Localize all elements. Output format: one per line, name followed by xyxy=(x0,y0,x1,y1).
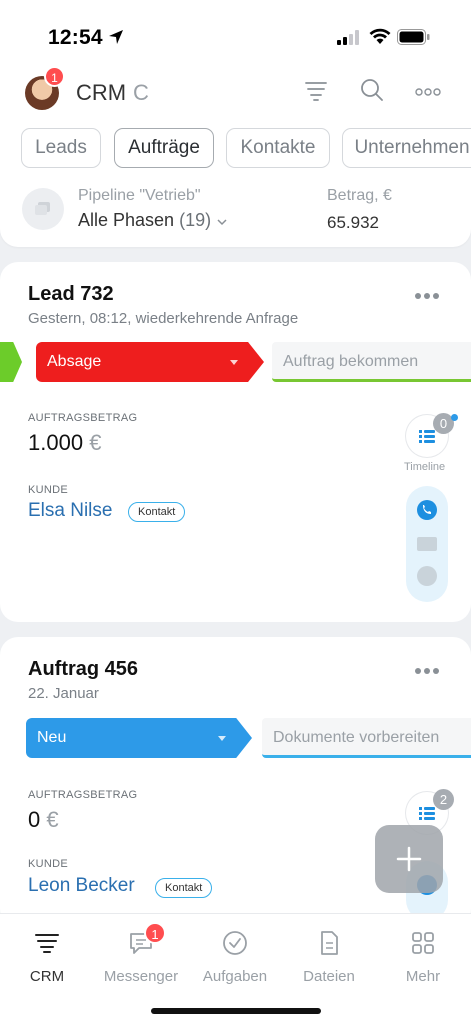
unread-dot xyxy=(451,414,458,421)
contact-tag: Kontakt xyxy=(155,878,213,898)
add-button[interactable] xyxy=(375,825,443,893)
chevron-down-icon xyxy=(217,219,227,226)
tab-leads[interactable]: Leads xyxy=(21,128,101,168)
nav-label: Dateien xyxy=(303,968,355,985)
client-name-link[interactable]: Leon Becker xyxy=(28,875,135,897)
plus-icon xyxy=(396,846,422,872)
more-icon[interactable] xyxy=(414,667,440,675)
battery-icon xyxy=(397,29,430,45)
stage-dropdown[interactable]: Neu xyxy=(26,718,252,758)
app-bar: 1 CRM C xyxy=(0,66,471,118)
amount-number: 0 xyxy=(28,807,41,832)
nav-label: Messenger xyxy=(103,968,179,985)
tab-auftraege[interactable]: Aufträge xyxy=(114,128,214,168)
contact-tag: Kontakt xyxy=(128,502,186,522)
currency-symbol: € xyxy=(46,807,59,832)
mail-icon[interactable] xyxy=(417,537,437,551)
amount-field-value: 0 € xyxy=(28,807,59,833)
phase-count: (19) xyxy=(179,210,212,230)
search-icon[interactable] xyxy=(360,78,384,102)
loading-indicator: C xyxy=(133,80,149,105)
stage-label: Neu xyxy=(37,729,67,746)
next-stage-button[interactable]: Auftrag bekommen xyxy=(272,342,471,382)
amount-total: 65.932 xyxy=(327,213,379,232)
more-icon[interactable] xyxy=(414,292,440,300)
deal-title: Lead 732 xyxy=(28,283,114,305)
header-panel: 12:54 1 CRM C Leads Aufträge Kontakte Un… xyxy=(0,0,471,247)
nav-item-crm[interactable]: CRM xyxy=(0,924,94,985)
amount-label: Betrag, € xyxy=(327,187,392,204)
grid-icon xyxy=(412,932,434,954)
currency-symbol: € xyxy=(89,430,102,455)
crm-icon xyxy=(35,934,59,953)
location-arrow-icon xyxy=(109,30,123,44)
deal-subtitle: Gestern, 08:12, wiederkehrende Anfrage xyxy=(28,310,299,327)
nav-label: Mehr xyxy=(405,968,441,985)
page-title: CRM xyxy=(76,80,127,105)
stage-dropdown[interactable]: Absage xyxy=(36,342,264,382)
phase-name: Alle Phasen xyxy=(78,210,175,230)
amount-number: 1.000 xyxy=(28,430,84,455)
timeline-label: Timeline xyxy=(404,461,446,473)
nav-item-mehr[interactable]: Mehr xyxy=(376,924,470,985)
deal-card[interactable]: Lead 732 Gestern, 08:12, wiederkehrende … xyxy=(0,262,471,622)
status-time: 12:54 xyxy=(48,26,103,49)
deal-subtitle: 22. Januar xyxy=(28,685,99,702)
client-field-label: KUNDE xyxy=(28,484,69,496)
wifi-icon xyxy=(369,28,391,44)
amount-field-label: AUFTRAGSBETRAG xyxy=(28,789,138,801)
home-indicator xyxy=(151,1008,321,1014)
nav-item-dateien[interactable]: Dateien xyxy=(282,924,376,985)
tab-kontakte[interactable]: Kontakte xyxy=(226,128,330,168)
pipeline-selector[interactable]: Pipeline "Vetrieb" Alle Phasen (19) Betr… xyxy=(22,185,462,235)
signal-icon xyxy=(337,30,359,45)
next-stage-button[interactable]: Dokumente vorbereiten xyxy=(262,718,471,758)
timeline-count-badge: 2 xyxy=(433,789,454,810)
amount-field-label: AUFTRAGSBETRAG xyxy=(28,412,138,424)
nav-label: Aufgaben xyxy=(202,968,268,985)
client-field-label: KUNDE xyxy=(28,858,69,870)
amount-field-value: 1.000 € xyxy=(28,430,101,456)
communication-panel xyxy=(406,486,448,602)
chat-icon[interactable] xyxy=(417,566,437,586)
pipeline-icon xyxy=(22,188,64,230)
status-bar: 12:54 xyxy=(0,0,471,60)
nav-item-aufgaben[interactable]: Aufgaben xyxy=(188,924,282,985)
messenger-badge: 1 xyxy=(144,922,166,944)
nav-item-messenger[interactable]: 1 Messenger xyxy=(94,922,188,985)
stage-label: Absage xyxy=(47,353,102,370)
file-icon xyxy=(321,931,338,955)
tab-unternehmen[interactable]: Unternehmen xyxy=(342,128,471,168)
avatar-badge: 1 xyxy=(44,66,65,87)
filter-icon[interactable] xyxy=(304,80,328,102)
phase-selector[interactable]: Alle Phasen (19) xyxy=(78,210,228,231)
phone-icon[interactable] xyxy=(417,500,437,520)
prev-stage-marker xyxy=(0,342,22,382)
deal-title: Auftrag 456 xyxy=(28,658,139,680)
more-icon[interactable] xyxy=(415,87,441,97)
check-circle-icon xyxy=(223,931,247,955)
client-name-link[interactable]: Elsa Nilse xyxy=(28,500,112,522)
nav-label: CRM xyxy=(29,968,65,985)
caret-down-icon xyxy=(218,736,226,741)
pipeline-label: Pipeline "Vetrieb" xyxy=(78,187,201,204)
caret-down-icon xyxy=(230,360,238,365)
